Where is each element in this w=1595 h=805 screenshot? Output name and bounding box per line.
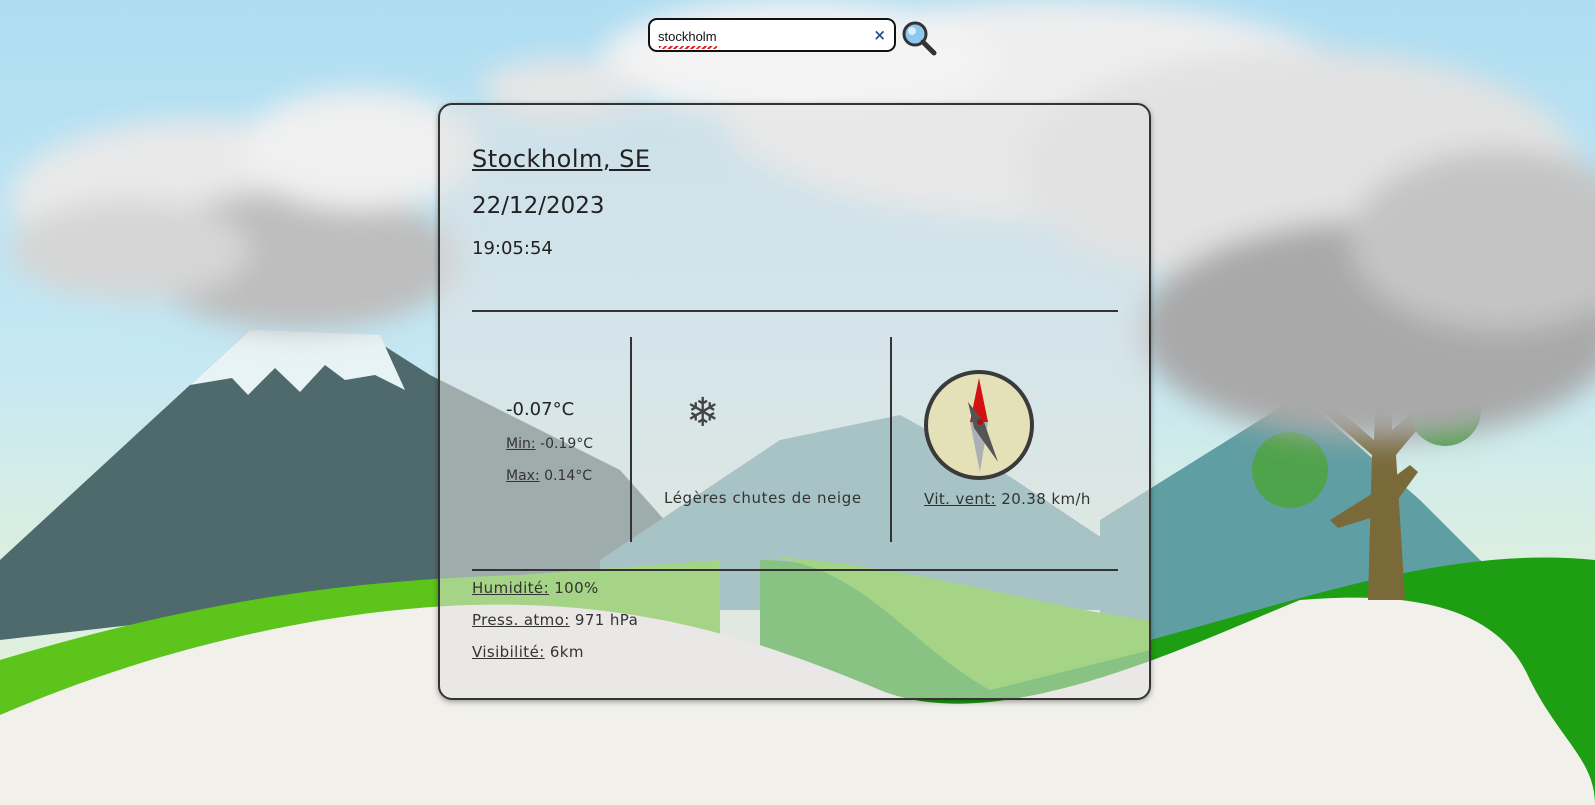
spellcheck-underline	[659, 46, 717, 49]
min-value: -0.19°C	[540, 436, 594, 452]
compass-icon	[924, 370, 1034, 480]
divider-top	[472, 310, 1118, 312]
current-time: 19:05:54	[472, 238, 553, 259]
visibility-value: 6km	[549, 643, 584, 661]
max-temperature: Max: 0.14°C	[506, 468, 592, 484]
pressure-label: Press. atmo:	[472, 611, 570, 629]
temperature-value: -0.07°C	[506, 399, 575, 420]
wind-label: Vit. vent:	[924, 490, 997, 508]
humidity: Humidité: 100%	[472, 579, 599, 597]
pressure: Press. atmo: 971 hPa	[472, 611, 638, 629]
wind-value: 20.38 km/h	[1001, 490, 1091, 508]
cloud-left	[10, 90, 480, 330]
search-bar: ×	[648, 18, 938, 56]
wind-speed: Vit. vent: 20.38 km/h	[924, 490, 1091, 508]
search-field: ×	[648, 18, 896, 52]
divider-vertical-right	[890, 337, 892, 542]
humidity-label: Humidité:	[472, 579, 550, 597]
divider-vertical-left	[630, 337, 632, 542]
visibility-label: Visibilité:	[472, 643, 545, 661]
visibility: Visibilité: 6km	[472, 643, 584, 661]
search-icon[interactable]	[900, 19, 938, 57]
city-name: Stockholm, SE	[472, 145, 651, 173]
min-label: Min:	[506, 436, 536, 452]
divider-bottom	[472, 569, 1118, 571]
min-temperature: Min: -0.19°C	[506, 436, 593, 452]
city-search-input[interactable]	[658, 24, 858, 48]
snowflake-icon: ❄	[686, 390, 720, 436]
max-value: 0.14°C	[544, 468, 593, 484]
weather-card: Stockholm, SE 22/12/2023 19:05:54 -0.07°…	[438, 103, 1151, 700]
pressure-value: 971 hPa	[574, 611, 639, 629]
weather-description: Légères chutes de neige	[664, 489, 862, 507]
clear-search-button[interactable]: ×	[873, 26, 886, 44]
current-date: 22/12/2023	[472, 193, 605, 219]
max-label: Max:	[506, 468, 540, 484]
humidity-value: 100%	[554, 579, 599, 597]
